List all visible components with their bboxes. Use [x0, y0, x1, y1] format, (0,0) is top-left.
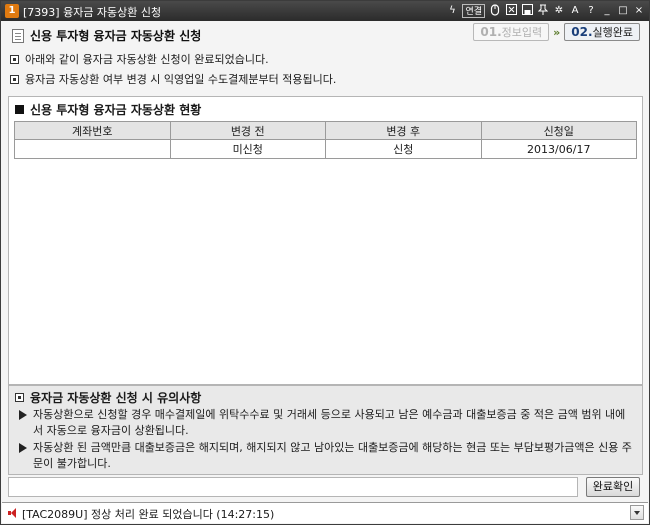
message-area: [8, 477, 578, 497]
status-history-dropdown[interactable]: [630, 505, 644, 520]
caution-item: 자동상환 된 금액만큼 대출보증금은 해지되며, 해지되지 않고 남아있는 대출…: [19, 440, 634, 472]
status-bar: [TAC2089U] 정상 처리 완료 되었습니다 (14:27:15): [2, 502, 648, 523]
notice-line: 아래와 같이 융자금 자동상환 신청이 완료되었습니다.: [10, 51, 269, 67]
status-table: 계좌번호 변경 전 변경 후 신청일 미신청 신청 2013/06/17: [14, 121, 637, 159]
title-toolbar: ϟ 연결 ✲ A ? _ □ ×: [446, 3, 645, 19]
notice-text: 아래와 같이 융자금 자동상환 신청이 완료되었습니다.: [25, 53, 269, 66]
caution-text: 자동상환으로 신청할 경우 매수결제일에 위탁수수료 및 거래세 등으로 사용되…: [33, 408, 626, 437]
page-title-group: 신용 투자형 융자금 자동상환 신청: [12, 27, 201, 44]
document-icon: [12, 28, 24, 43]
black-square-icon: [15, 105, 24, 114]
square-bullet-icon: [15, 393, 24, 402]
page-title: 신용 투자형 융자금 자동상환 신청: [30, 29, 202, 43]
table-row[interactable]: 미신청 신청 2013/06/17: [14, 139, 637, 159]
confirm-complete-button[interactable]: 완료확인: [586, 477, 640, 497]
caution-title: 융자금 자동상환 신청 시 유의사항: [15, 389, 201, 406]
square-bullet-icon: [10, 74, 19, 84]
caution-panel: 융자금 자동상환 신청 시 유의사항 자동상환으로 신청할 경우 매수결제일에 …: [8, 385, 643, 475]
app-badge: 1: [5, 4, 19, 18]
square-bullet-icon: [10, 54, 19, 64]
step-label: 실행완료: [592, 26, 633, 39]
before-change-cell: 미신청: [169, 139, 326, 159]
link-button[interactable]: 연결: [462, 4, 485, 18]
lightning-icon[interactable]: ϟ: [446, 4, 458, 18]
section-title: 신용 투자형 융자금 자동상환 현황: [15, 101, 201, 118]
save-icon[interactable]: [521, 4, 533, 18]
page-header: 신용 투자형 융자금 자동상환 신청 01.정보입력 » 02.실행완료 아래와…: [2, 21, 648, 89]
action-bar: 완료확인: [8, 477, 643, 499]
column-header: 신청일: [480, 121, 637, 140]
step-arrow-icon: »: [553, 25, 561, 39]
column-header: 계좌번호: [14, 121, 171, 140]
step-execution-complete: 02.실행완료: [564, 23, 640, 41]
font-size-icon[interactable]: A: [569, 4, 581, 18]
settings-icon[interactable]: ✲: [553, 4, 565, 18]
help-icon[interactable]: ?: [585, 4, 597, 18]
title-bar[interactable]: 1 [7393] 융자금 자동상환 신청 ϟ 연결 ✲ A ? _ □ ×: [1, 1, 649, 21]
mouse-icon[interactable]: [489, 4, 501, 18]
triangle-bullet-icon: [19, 410, 27, 420]
pin-icon[interactable]: [537, 4, 549, 18]
minimize-icon[interactable]: _: [601, 4, 613, 18]
app-window: 1 [7393] 융자금 자동상환 신청 ϟ 연결 ✲ A ? _ □ × 신용…: [0, 0, 650, 525]
after-change-cell: 신청: [325, 139, 482, 159]
notice-text: 융자금 자동상환 여부 변경 시 익영업일 수도결제분부터 적용됩니다.: [25, 73, 337, 86]
column-header: 변경 전: [169, 121, 326, 140]
status-panel: 신용 투자형 융자금 자동상환 현황 계좌번호 변경 전 변경 후 신청일 미신…: [8, 96, 643, 385]
caution-text: 자동상환 된 금액만큼 대출보증금은 해지되며, 해지되지 않고 남아있는 대출…: [33, 441, 632, 470]
step-indicator: 01.정보입력 » 02.실행완료: [473, 23, 640, 41]
caution-title-text: 융자금 자동상환 신청 시 유의사항: [30, 391, 202, 405]
status-message: [TAC2089U] 정상 처리 완료 되었습니다 (14:27:15): [22, 508, 275, 521]
window-title: [7393] 융자금 자동상환 신청: [23, 6, 162, 19]
step-number: 02.: [571, 25, 593, 39]
table-header-row: 계좌번호 변경 전 변경 후 신청일: [14, 121, 637, 140]
account-number-cell: [14, 139, 171, 159]
close-icon[interactable]: ×: [633, 4, 645, 18]
section-title-text: 신용 투자형 융자금 자동상환 현황: [30, 103, 202, 117]
notice-line: 융자금 자동상환 여부 변경 시 익영업일 수도결제분부터 적용됩니다.: [10, 71, 336, 87]
restore-icon[interactable]: □: [617, 4, 629, 18]
application-date-cell: 2013/06/17: [480, 139, 637, 159]
step-label: 정보입력: [501, 26, 543, 39]
triangle-bullet-icon: [19, 443, 27, 453]
step-number: 01.: [480, 25, 502, 39]
screen-close-icon[interactable]: [505, 4, 517, 18]
step-info-input: 01.정보입력: [473, 23, 550, 41]
speaker-icon: [8, 508, 18, 518]
caution-item: 자동상환으로 신청할 경우 매수결제일에 위탁수수료 및 거래세 등으로 사용되…: [19, 407, 634, 439]
column-header: 변경 후: [325, 121, 482, 140]
